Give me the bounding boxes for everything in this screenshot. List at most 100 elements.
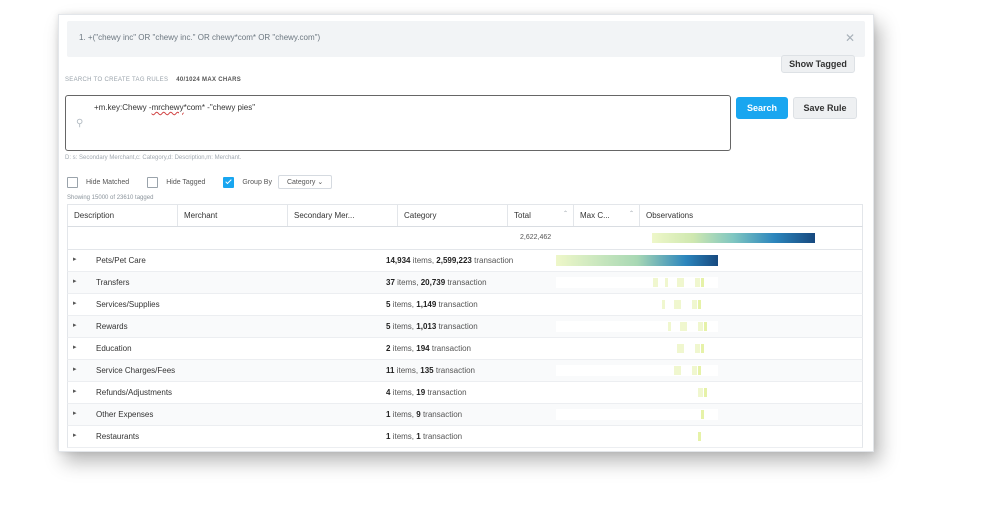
row-counts: 1 items, 9 transaction — [386, 410, 463, 419]
sparkline-mark — [695, 278, 700, 287]
row-category: Education — [96, 344, 132, 353]
row-counts: 14,934 items, 2,599,223 transaction — [386, 256, 514, 265]
sparkline-mark — [674, 366, 681, 375]
chevron-right-icon[interactable]: ▸ — [73, 299, 77, 307]
search-query-input[interactable]: +m.key:Chewy -mrchewy*com* -"chewy pies"… — [65, 95, 731, 151]
sparkline-mark — [701, 278, 704, 287]
row-counts: 4 items, 19 transaction — [386, 388, 467, 397]
row-category: Services/Supplies — [96, 300, 160, 309]
table-row[interactable]: ▸ Services/Supplies 5 items, 1,149 transac… — [67, 294, 863, 316]
hide-tagged-option[interactable]: Hide Tagged — [147, 176, 205, 188]
tag-rules-panel: 1. +("chewy inc" OR "chewy inc." OR chew… — [58, 14, 874, 452]
row-counts: 11 items, 135 transaction — [386, 366, 476, 375]
sort-icon[interactable]: ⌃ — [563, 210, 568, 217]
chevron-right-icon[interactable]: ▸ — [73, 277, 77, 285]
search-section-label: SEARCH TO CREATE TAG RULES 40/1024 MAX CH… — [65, 77, 241, 83]
save-rule-button[interactable]: Save Rule — [793, 97, 857, 119]
sparkline-mark — [677, 344, 684, 353]
char-count: 40/1024 MAX CHARS — [176, 77, 242, 83]
sparkline-mark — [662, 300, 665, 309]
sparkline-mark — [698, 388, 703, 397]
table-row[interactable]: ▸ Other Expenses 1 items, 9 transaction — [67, 404, 863, 426]
sparkline-mark — [674, 300, 681, 309]
row-category: Other Expenses — [96, 410, 154, 419]
search-button[interactable]: Search — [736, 97, 788, 119]
col-category[interactable]: Category — [398, 205, 508, 226]
rule-expression-text: 1. +("chewy inc" OR "chewy inc." OR chew… — [79, 33, 321, 42]
sparkline-mark — [698, 366, 701, 375]
observations-sparkline — [556, 365, 718, 376]
hide-matched-option[interactable]: Hide Matched — [67, 176, 129, 188]
chevron-right-icon[interactable]: ▸ — [73, 321, 77, 329]
sparkline-mark — [698, 432, 701, 441]
observations-sparkline — [556, 277, 718, 288]
observations-sparkline — [556, 387, 718, 398]
search-key-hint: D: s: Secondary Merchant,c: Category,d: … — [65, 155, 242, 161]
sparkline-fill — [556, 255, 718, 266]
group-by-checkbox[interactable] — [223, 176, 235, 188]
col-max-c[interactable]: Max C... ⌃ — [574, 205, 640, 226]
chevron-right-icon[interactable]: ▸ — [73, 431, 77, 439]
sparkline-background — [556, 409, 718, 420]
table-row[interactable]: ▸ Service Charges/Fees 11 items, 135 trans… — [67, 360, 863, 382]
observations-sparkline — [556, 409, 718, 420]
sparkline-mark — [704, 322, 707, 331]
table-row[interactable]: ▸ Refunds/Adjustments 4 items, 19 transact… — [67, 382, 863, 404]
showing-count: Showing 15000 of 23610 tagged — [67, 195, 154, 201]
observations-sparkline — [556, 343, 718, 354]
sparkline-background — [556, 277, 718, 288]
sort-icon[interactable]: ⌃ — [629, 210, 634, 217]
col-secondary-merchant[interactable]: Secondary Mer... — [288, 205, 398, 226]
rule-expression-bar[interactable]: 1. +("chewy inc" OR "chewy inc." OR chew… — [67, 21, 865, 57]
table-header: Description Merchant Secondary Mer... Ca… — [67, 204, 863, 227]
sparkline-mark — [692, 300, 697, 309]
col-merchant[interactable]: Merchant — [178, 205, 288, 226]
group-by-option[interactable]: Group By — [223, 176, 272, 188]
table-options: Hide Matched Hide Tagged Group By Catego… — [67, 173, 333, 191]
sparkline-background — [556, 431, 718, 442]
table-row[interactable]: ▸ Rewards 5 items, 1,013 transaction — [67, 316, 863, 338]
chevron-right-icon[interactable]: ▸ — [73, 409, 77, 417]
sparkline-mark — [701, 410, 704, 419]
table-row[interactable]: ▸ Restaurants 1 items, 1 transaction — [67, 426, 863, 448]
hide-matched-checkbox[interactable] — [67, 176, 78, 188]
chevron-right-icon[interactable]: ▸ — [73, 343, 77, 351]
results-table: Description Merchant Secondary Mer... Ca… — [67, 204, 863, 448]
row-category: Service Charges/Fees — [96, 366, 176, 375]
search-section-title: SEARCH TO CREATE TAG RULES — [65, 77, 169, 83]
group-by-select[interactable]: Category ⌄ — [277, 175, 333, 189]
row-category: Refunds/Adjustments — [96, 388, 173, 397]
row-category: Rewards — [96, 322, 128, 331]
sparkline-mark — [698, 322, 703, 331]
close-icon[interactable]: ✕ — [845, 31, 855, 45]
observations-sparkline — [556, 255, 718, 266]
observations-sparkline — [556, 431, 718, 442]
table-row[interactable]: ▸ Transfers 37 items, 20,739 transaction — [67, 272, 863, 294]
search-query-text: +m.key:Chewy -mrchewy*com* -"chewy pies" — [94, 103, 256, 112]
col-description[interactable]: Description — [68, 205, 178, 226]
sparkline-mark — [665, 278, 668, 287]
sparkline-background — [556, 343, 718, 354]
chevron-right-icon[interactable]: ▸ — [73, 365, 77, 373]
show-tagged-button[interactable]: Show Tagged — [781, 55, 855, 73]
hide-tagged-checkbox[interactable] — [147, 176, 159, 188]
observations-sparkline — [556, 321, 718, 332]
total-row: 2,622,462 — [67, 227, 863, 250]
sparkline-background — [556, 321, 718, 332]
grand-total: 2,622,462 — [520, 234, 552, 241]
sparkline-mark — [677, 278, 684, 287]
table-row[interactable]: ▸ Education 2 items, 194 transaction — [67, 338, 863, 360]
table-row[interactable]: ▸ Pets/Pet Care 14,934 items, 2,599,223 tr… — [67, 250, 863, 272]
row-counts: 5 items, 1,013 transaction — [386, 322, 478, 331]
chevron-right-icon[interactable]: ▸ — [73, 387, 77, 395]
sparkline-mark — [692, 366, 697, 375]
observations-heat-bar — [652, 233, 815, 243]
col-total[interactable]: Total ⌃ — [508, 205, 574, 226]
sparkline-mark — [653, 278, 658, 287]
col-observations[interactable]: Observations — [640, 205, 862, 226]
sparkline-mark — [668, 322, 671, 331]
chevron-right-icon[interactable]: ▸ — [73, 255, 77, 263]
sparkline-mark — [695, 344, 700, 353]
row-counts: 37 items, 20,739 transaction — [386, 278, 487, 287]
row-counts: 2 items, 194 transaction — [386, 344, 471, 353]
